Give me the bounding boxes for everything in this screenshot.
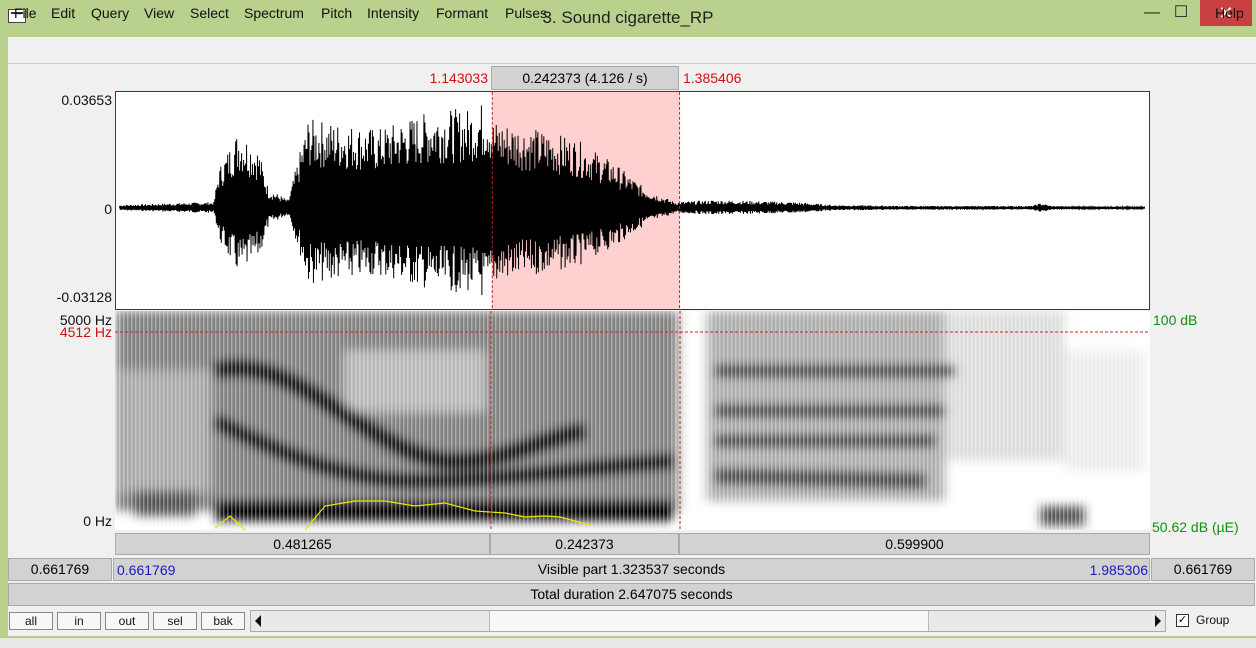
menu-spectrum[interactable]: Spectrum [244, 5, 304, 21]
zoom-out-button[interactable]: out [105, 612, 149, 630]
visible-outer-right[interactable]: 0.661769 [1151, 558, 1255, 581]
zoom-in-button[interactable]: in [57, 612, 101, 630]
menu-bar [8, 37, 1256, 64]
zoom-selection-button[interactable]: sel [153, 612, 197, 630]
window-title: 3. Sound cigarette_RP [542, 8, 714, 27]
spectrogram-db-min: 50.62 dB (µE) [1152, 519, 1239, 535]
group-label: Group [1196, 613, 1230, 627]
selection-start: 1.143033 [429, 70, 488, 86]
waveform-ymax: 0.03653 [61, 92, 112, 108]
menu-pulses[interactable]: Pulses [505, 5, 547, 21]
visible-outer-left[interactable]: 0.661769 [8, 558, 112, 581]
menu-help[interactable]: Help [1215, 5, 1244, 21]
waveform-panel[interactable] [115, 91, 1150, 310]
minimize-button[interactable]: — [1135, 0, 1169, 26]
menu-view[interactable]: View [144, 5, 174, 21]
selection-duration[interactable]: 0.242373 (4.126 / s) [491, 66, 679, 90]
spectrogram-cursor-freq: 4512 Hz [59, 324, 112, 340]
visible-start: 0.661769 [117, 562, 176, 578]
selection-end: 1.385406 [683, 70, 742, 86]
group-checkbox[interactable]: ✓ [1176, 614, 1189, 627]
visible-part-bar[interactable]: Visible part 1.323537 seconds [113, 558, 1150, 581]
zoom-back-button[interactable]: bak [201, 612, 245, 630]
waveform-zero: 0 [104, 201, 112, 217]
waveform-ymin: -0.03128 [56, 289, 112, 305]
menu-pitch[interactable]: Pitch [321, 5, 352, 21]
maximize-button[interactable]: ☐ [1165, 0, 1197, 26]
interval-left[interactable]: 0.481265 [115, 533, 490, 555]
interval-right[interactable]: 0.599900 [679, 533, 1150, 555]
zoom-all-button[interactable]: all [9, 612, 53, 630]
scroll-right-arrow-icon[interactable] [1154, 615, 1162, 627]
total-duration-bar[interactable]: Total duration 2.647075 seconds [8, 583, 1255, 606]
spectrogram-panel[interactable] [115, 311, 1150, 530]
menu-formant[interactable]: Formant [436, 5, 488, 21]
visible-end: 1.985306 [1089, 562, 1148, 578]
menu-select[interactable]: Select [190, 5, 229, 21]
spectrogram-texture [115, 311, 1150, 530]
spectrogram-fmin: 0 Hz [83, 513, 112, 529]
menu-edit[interactable]: Edit [51, 5, 75, 21]
spectrogram-db-max: 100 dB [1153, 312, 1198, 328]
menu-intensity[interactable]: Intensity [367, 5, 419, 21]
scrollbar-thumb[interactable] [489, 611, 929, 631]
status-strip [0, 637, 1256, 648]
menu-query[interactable]: Query [91, 5, 129, 21]
interval-selected[interactable]: 0.242373 [490, 533, 679, 555]
scroll-left-arrow-icon[interactable] [254, 615, 262, 627]
menu-file[interactable]: File [14, 5, 37, 21]
